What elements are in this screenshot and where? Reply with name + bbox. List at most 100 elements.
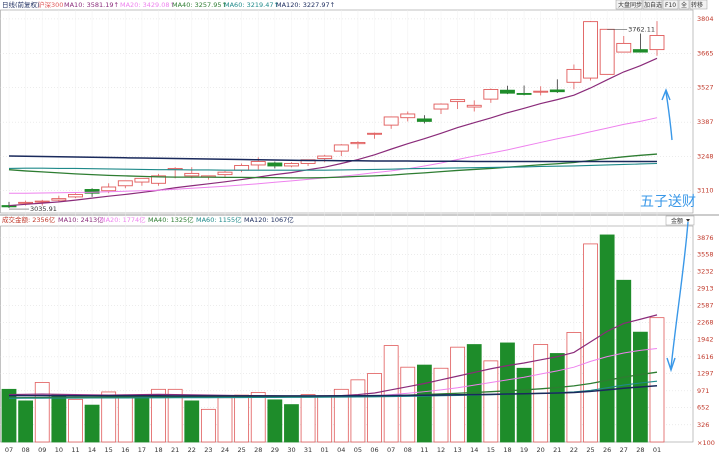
volume-y-tick-label: 326 <box>697 421 709 429</box>
candle-body <box>383 116 399 126</box>
candle-body <box>483 89 499 100</box>
volume-bar <box>134 397 150 443</box>
candle-body <box>583 21 598 79</box>
candle <box>400 111 416 122</box>
x-tick-label: 17 <box>138 446 146 454</box>
volume-bar <box>483 360 499 443</box>
volume-y-tick-label: 2587 <box>697 302 714 310</box>
candle <box>134 177 150 186</box>
annotation-text: 五子送财 <box>640 194 696 210</box>
candle-body <box>516 92 532 95</box>
candle-body <box>68 193 83 198</box>
price-y-tick-label: 3248 <box>697 153 714 161</box>
candle <box>583 21 598 81</box>
candle-body <box>367 132 382 135</box>
price-ma120-label: MA120: 3227.97↑ <box>276 1 335 9</box>
volume-y-tick-label: 1942 <box>697 336 714 344</box>
x-tick-label: 13 <box>453 446 461 454</box>
volume-y-tick-label: 3558 <box>697 251 714 259</box>
x-tick-label: 09 <box>38 446 46 454</box>
x-tick-label: 01 <box>321 446 329 454</box>
svg-text:金额: 金额 <box>671 217 683 225</box>
candle-body <box>433 103 449 110</box>
candle <box>616 35 632 53</box>
candle-body <box>134 177 150 183</box>
period-label: 日线(前复权) <box>2 0 40 9</box>
x-tick-label: 16 <box>121 446 129 454</box>
price-ma60-label: MA60: 3219.47↑ <box>224 1 279 9</box>
candle <box>500 85 515 95</box>
volume-dropdown[interactable]: 金额 <box>665 215 695 226</box>
volume-bar <box>516 367 532 443</box>
candle <box>466 100 482 112</box>
price-y-tick-label: 3804 <box>697 15 714 23</box>
price-ma10-line <box>8 57 658 207</box>
annotation: 五子送财 <box>640 88 696 373</box>
volume-bar <box>34 382 50 443</box>
price-y-tick-label: 3527 <box>697 83 714 91</box>
candle <box>284 162 299 168</box>
volume-bar <box>500 342 515 443</box>
candle-body <box>184 172 200 177</box>
x-axis-ticks: 07 08 09 10 11 14 15 16 17 18 21 22 23 24 25 28 29 30 31 01… <box>5 446 661 454</box>
volume-bar <box>400 366 416 443</box>
price-header: 日线(前复权) 沪深300 MA10: 3581.19↑ MA20: 3429.… <box>2 0 335 9</box>
top-toolbar: 大盘同步 加自选 F10 全 转移 <box>615 0 708 10</box>
x-tick-label: 20 <box>537 446 545 454</box>
volume-y-unit-label: ×100 <box>697 439 715 447</box>
x-tick-label: 04 <box>337 446 345 454</box>
x-tick-label: 21 <box>553 446 561 454</box>
candle <box>566 64 582 90</box>
full-button[interactable]: 全 <box>678 0 690 10</box>
candle-body <box>450 99 466 103</box>
volume-bar <box>616 279 632 443</box>
volume-bar <box>18 400 34 443</box>
price-annotation-label: 3035.91 <box>30 205 57 213</box>
candle-body <box>649 35 665 51</box>
svg-text:加自选: 加自选 <box>644 1 662 9</box>
sync-button[interactable]: 大盘同步 <box>615 0 643 10</box>
x-tick-label: 24 <box>221 446 229 454</box>
stock-chart[interactable]: 日线(前复权) 沪深300 MA10: 3581.19↑ MA20: 3429.… <box>0 0 719 454</box>
x-tick-label: 12 <box>437 446 445 454</box>
candle <box>217 170 233 178</box>
x-tick-label: 01 <box>653 446 661 454</box>
x-tick-label: 08 <box>21 446 29 454</box>
price-annotation-label: 3762.11 <box>628 25 655 33</box>
volume-bar <box>68 398 83 443</box>
volume-bar <box>250 392 266 443</box>
candle-body <box>500 89 515 94</box>
symbol-label: 沪深300 <box>38 0 63 9</box>
x-tick-label: 05 <box>354 446 362 454</box>
volume-y-tick-label: 971 <box>697 387 709 395</box>
x-tick-label: 18 <box>154 446 162 454</box>
x-tick-label: 25 <box>237 446 245 454</box>
price-ma20-label: MA20: 3429.08↑ <box>120 1 175 9</box>
x-tick-label: 11 <box>71 446 79 454</box>
volume-ma10-label: MA10: 2413亿 <box>58 215 104 224</box>
candle-body <box>566 68 582 83</box>
x-tick-label: 31 <box>304 446 312 454</box>
volume-ma20-label: MA20: 1774亿 <box>100 215 146 224</box>
candle-body <box>234 165 250 171</box>
price-ma20-line <box>9 117 658 194</box>
candle-body <box>549 89 565 93</box>
volume-bar <box>101 391 117 443</box>
candle-body <box>117 180 133 187</box>
price-plot: 3035.91 3762.11 <box>1 21 665 213</box>
switch-button[interactable]: 转移 <box>689 0 708 10</box>
x-tick-label: 06 <box>370 446 378 454</box>
x-tick-label: 22 <box>570 446 578 454</box>
price-ma60-line <box>8 162 658 171</box>
volume-bar <box>599 234 615 443</box>
candle <box>68 193 83 199</box>
candle-body <box>533 90 549 93</box>
volume-bar <box>350 379 366 443</box>
x-tick-label: 11 <box>420 446 428 454</box>
add-watchlist-button[interactable]: 加自选 <box>642 0 663 10</box>
f10-button[interactable]: F10 <box>662 0 679 10</box>
volume-bar <box>317 395 333 443</box>
x-tick-label: 30 <box>287 446 295 454</box>
volume-bar <box>416 364 432 443</box>
x-tick-label: 21 <box>171 446 179 454</box>
